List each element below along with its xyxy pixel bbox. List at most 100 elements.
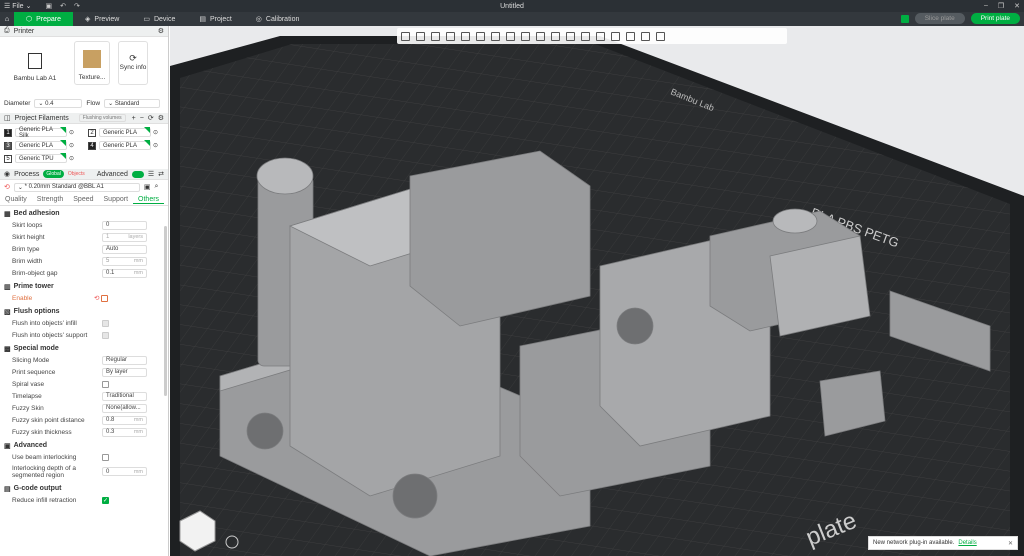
flush-support-checkbox[interactable] xyxy=(102,331,109,339)
details-link[interactable]: Details xyxy=(958,540,976,546)
timelapse-select[interactable]: Traditional xyxy=(102,391,147,401)
flow-select[interactable]: ⌄ Standard xyxy=(104,99,161,108)
printer-card[interactable]: Bambu Lab A1 xyxy=(4,41,66,85)
print-sequence-select[interactable]: By layer xyxy=(102,367,147,377)
color-painting-icon[interactable] xyxy=(626,31,635,41)
restore-icon[interactable]: ❐ xyxy=(998,2,1004,10)
diameter-select[interactable]: ⌄ 0.4 xyxy=(34,99,83,108)
measure-icon[interactable] xyxy=(641,31,650,41)
beam-interlocking-checkbox[interactable] xyxy=(102,453,109,461)
reduce-retraction-checkbox[interactable]: ✓ xyxy=(102,496,109,504)
menu-icon: ☰ xyxy=(4,3,11,10)
seam-painting-icon[interactable] xyxy=(611,31,620,41)
add-icon[interactable]: + xyxy=(132,115,136,122)
slice-plate-button[interactable]: Slice plate xyxy=(914,13,965,24)
brim-type-select[interactable]: Auto xyxy=(102,244,147,254)
filament-item[interactable]: 3 Generic PLA ⊙ xyxy=(4,139,88,152)
plate-card[interactable]: Texture... xyxy=(74,41,110,85)
search-icon[interactable]: ⌕ xyxy=(155,183,159,191)
close-icon[interactable]: ✕ xyxy=(1008,540,1013,547)
tab-preview[interactable]: ◈ Preview xyxy=(73,12,131,26)
fuzzy-thickness-input[interactable]: 0.3 mm xyxy=(102,427,147,437)
split-objects-icon[interactable] xyxy=(461,31,470,41)
layers-editing-icon[interactable] xyxy=(491,31,500,41)
advanced-switch[interactable] xyxy=(131,170,144,178)
gear-icon[interactable]: ⚙ xyxy=(158,114,164,122)
filament-item[interactable]: 2 Generic PLA ⊙ xyxy=(88,126,168,139)
rotate-icon[interactable] xyxy=(521,31,530,41)
multi-device-icon[interactable] xyxy=(900,14,909,23)
cut-icon[interactable] xyxy=(566,31,575,41)
tab-strength[interactable]: Strength xyxy=(32,196,68,203)
info-icon[interactable]: ⊙ xyxy=(69,155,74,162)
global-toggle[interactable]: Global xyxy=(43,170,64,178)
move-icon[interactable] xyxy=(506,31,515,41)
skirt-height-input[interactable]: 1 layers xyxy=(102,232,147,242)
edit-corner-icon xyxy=(144,126,150,133)
spiral-vase-checkbox[interactable] xyxy=(102,380,109,388)
lay-on-face-icon[interactable] xyxy=(551,31,560,41)
tab-device[interactable]: ▭ Device xyxy=(131,12,187,26)
model-block[interactable] xyxy=(409,150,591,327)
split-parts-icon[interactable] xyxy=(476,31,485,41)
print-plate-button[interactable]: Print plate xyxy=(970,13,1020,24)
redo-icon[interactable]: ↷ xyxy=(74,2,80,10)
home-icon[interactable]: ⌂ xyxy=(0,12,14,26)
reset-icon[interactable]: ⟲ xyxy=(94,294,99,302)
prime-tower-checkbox[interactable] xyxy=(101,294,109,302)
filament-item[interactable]: 5 Generic TPU ⊙ xyxy=(4,152,88,165)
brim-gap-input[interactable]: 0.1 mm xyxy=(102,268,147,278)
info-icon[interactable]: ⊙ xyxy=(153,142,158,149)
minimize-icon[interactable]: – xyxy=(984,2,988,10)
slicing-mode-select[interactable]: Regular xyxy=(102,355,147,365)
tab-calibration[interactable]: ◎ Calibration xyxy=(244,12,312,26)
sync-info-button[interactable]: ⟳ Sync info xyxy=(118,41,148,85)
flush-infill-checkbox[interactable] xyxy=(102,319,109,327)
undo-icon[interactable]: ↶ xyxy=(60,2,66,10)
tab-project[interactable]: ▤ Project xyxy=(187,12,243,26)
save-icon[interactable]: ▣ xyxy=(45,2,52,10)
process-tabs: Quality Strength Speed Support Others xyxy=(0,194,168,206)
info-icon[interactable]: ⊙ xyxy=(153,129,158,136)
paint-support-icon[interactable] xyxy=(596,31,605,41)
interlocking-depth-input[interactable]: 0 mm xyxy=(102,467,147,476)
flush-support-option: Flush into objects' support xyxy=(0,329,168,341)
filament-item[interactable]: 1 Generic PLA Silk ⊙ xyxy=(4,126,88,139)
file-menu[interactable]: ☰ File ⌄ xyxy=(4,2,31,11)
skirt-loops-input[interactable]: 0 xyxy=(102,220,147,230)
close-icon[interactable]: ✕ xyxy=(1014,2,1020,10)
reset-icon[interactable]: ⟲ xyxy=(4,183,10,191)
info-icon[interactable]: ⊙ xyxy=(69,129,74,136)
tab-others[interactable]: Others xyxy=(133,196,165,204)
spiral-vase-option: Spiral vase xyxy=(0,378,168,390)
flush-infill-option: Flush into objects' infill xyxy=(0,317,168,329)
compare-icon[interactable]: ⇄ xyxy=(158,170,164,178)
fuzzy-distance-input[interactable]: 0.8 mm xyxy=(102,415,147,425)
3d-viewport[interactable]: PLA PBS PETG Bambu Lab plate New network… xyxy=(170,26,1024,556)
tab-support[interactable]: Support xyxy=(99,196,134,203)
fuzzy-skin-select[interactable]: None(allow... xyxy=(102,403,147,413)
tab-speed[interactable]: Speed xyxy=(68,196,98,203)
save-preset-icon[interactable]: ▣ xyxy=(144,183,151,191)
process-preset-select[interactable]: ⌄ * 0.20mm Standard @BBL A1 xyxy=(13,182,140,192)
assembly-icon[interactable] xyxy=(656,31,665,41)
gear-icon[interactable]: ⚙ xyxy=(158,27,164,35)
flushing-volumes-button[interactable]: Flushing volumes xyxy=(78,114,126,122)
add-object-icon[interactable] xyxy=(401,31,410,41)
info-icon[interactable]: ⊙ xyxy=(69,142,74,149)
sync-filament-icon[interactable]: ⟳ xyxy=(148,114,154,122)
objects-toggle[interactable]: Objects xyxy=(68,171,85,177)
filament-item[interactable]: 4 Generic PLA ⊙ xyxy=(88,139,168,152)
model-gear-top[interactable] xyxy=(772,208,818,234)
scale-icon[interactable] xyxy=(536,31,545,41)
remove-icon[interactable]: − xyxy=(140,115,144,122)
sidebar-scrollbar[interactable] xyxy=(164,226,167,396)
tab-quality[interactable]: Quality xyxy=(0,196,32,203)
tab-prepare[interactable]: ⬡ Prepare xyxy=(14,12,74,26)
orient-icon[interactable] xyxy=(431,31,440,41)
list-icon[interactable]: ☰ xyxy=(148,170,154,178)
arrange-icon[interactable] xyxy=(446,31,455,41)
text-icon[interactable] xyxy=(581,31,590,41)
add-plate-icon[interactable] xyxy=(416,31,425,41)
brim-width-input[interactable]: 5 mm xyxy=(102,256,147,266)
